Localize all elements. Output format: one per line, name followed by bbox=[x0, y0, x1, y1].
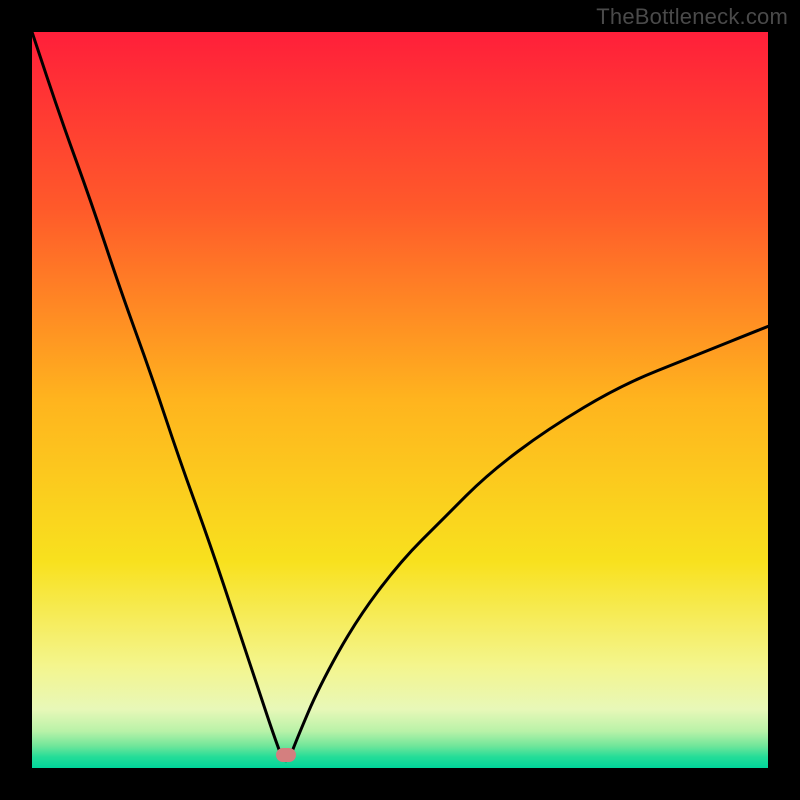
chart-frame: TheBottleneck.com bbox=[0, 0, 800, 800]
optimal-point-marker bbox=[276, 748, 296, 762]
plot-area bbox=[32, 32, 768, 768]
watermark-text: TheBottleneck.com bbox=[596, 4, 788, 30]
bottleneck-curve bbox=[32, 32, 768, 768]
